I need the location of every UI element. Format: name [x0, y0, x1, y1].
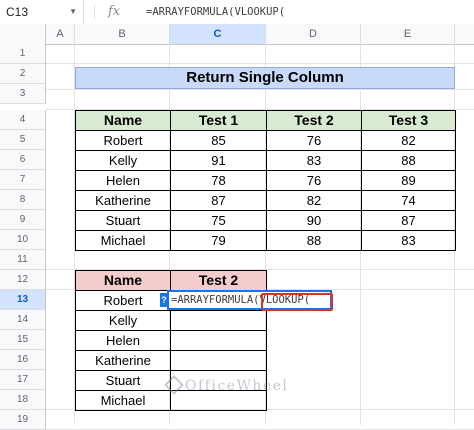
table-cell[interactable]: Robert: [75, 130, 171, 151]
header-test-2[interactable]: Test 2: [266, 110, 362, 131]
column-header-f[interactable]: [455, 24, 474, 44]
row-header[interactable]: 16: [0, 350, 46, 370]
table-cell[interactable]: 82: [266, 190, 362, 211]
table-cell[interactable]: Stuart: [75, 210, 171, 231]
chevron-down-icon[interactable]: ▼: [69, 0, 77, 24]
table-row: Katherine: [75, 350, 267, 371]
formula-bar: C13 ▼ fx =ARRAYFORMULA(VLOOKUP(: [0, 0, 474, 25]
header-test-2[interactable]: Test 2: [170, 270, 267, 291]
table-cell[interactable]: 75: [170, 210, 267, 231]
divider: [94, 5, 95, 19]
table-row: Helen: [75, 330, 267, 351]
scores-table: Name Test 1 Test 2 Test 3 Robert 85 76 8…: [75, 110, 456, 251]
row-header[interactable]: 7: [0, 170, 46, 190]
row-header[interactable]: 5: [0, 130, 46, 150]
table-row: Michael 79 88 83: [75, 230, 456, 251]
row-header[interactable]: 6: [0, 150, 46, 170]
column-header-c[interactable]: C: [170, 24, 266, 44]
row-header[interactable]: 13: [0, 290, 46, 310]
table-cell[interactable]: Robert: [75, 290, 171, 311]
table-cell[interactable]: 88: [361, 150, 456, 171]
name-box[interactable]: C13 ▼: [0, 0, 84, 24]
table-cell[interactable]: Helen: [75, 170, 171, 191]
table-cell[interactable]: 74: [361, 190, 456, 211]
table-cell[interactable]: Michael: [75, 230, 171, 251]
row-header[interactable]: 17: [0, 370, 46, 390]
table-cell[interactable]: 79: [170, 230, 267, 251]
table-cell[interactable]: 82: [361, 130, 456, 151]
row-header[interactable]: 4: [0, 110, 46, 130]
formula-input[interactable]: =ARRAYFORMULA(VLOOKUP(: [146, 0, 285, 24]
watermark-text: OfficeWheel: [185, 378, 289, 394]
column-headers: A B C D E: [0, 24, 474, 45]
row-header[interactable]: 3: [0, 84, 46, 104]
row-header[interactable]: 18: [0, 390, 46, 410]
table-cell[interactable]: 83: [266, 150, 362, 171]
header-name[interactable]: Name: [75, 110, 171, 131]
table-cell[interactable]: [170, 350, 267, 371]
table-row: Kelly: [75, 310, 267, 331]
table-cell[interactable]: Helen: [75, 330, 171, 351]
table-cell[interactable]: 87: [170, 190, 267, 211]
table-cell[interactable]: 76: [266, 130, 362, 151]
name-box-value: C13: [6, 5, 29, 19]
table-cell[interactable]: 87: [361, 210, 456, 231]
table-row: Katherine 87 82 74: [75, 190, 456, 211]
row-header[interactable]: 9: [0, 210, 46, 230]
row-header[interactable]: 2: [0, 64, 46, 84]
column-header-d[interactable]: D: [266, 24, 361, 44]
table-cell[interactable]: 76: [266, 170, 362, 191]
row-header[interactable]: 8: [0, 190, 46, 210]
table-cell[interactable]: 88: [266, 230, 362, 251]
row-header[interactable]: 15: [0, 330, 46, 350]
table-row: Helen 78 76 89: [75, 170, 456, 191]
row-header[interactable]: 1: [0, 44, 46, 64]
column-header-b[interactable]: B: [75, 24, 170, 44]
table-cell[interactable]: 90: [266, 210, 362, 231]
table-cell[interactable]: Kelly: [75, 150, 171, 171]
table-cell[interactable]: 91: [170, 150, 267, 171]
table-cell[interactable]: 83: [361, 230, 456, 251]
column-header-a[interactable]: A: [46, 24, 75, 44]
row-header[interactable]: 14: [0, 310, 46, 330]
header-test-1[interactable]: Test 1: [170, 110, 267, 131]
watermark: OfficeWheel: [164, 375, 289, 397]
table-cell[interactable]: Stuart: [75, 370, 171, 391]
table-row: Robert 85 76 82: [75, 130, 456, 151]
table-row: Stuart 75 90 87: [75, 210, 456, 231]
row-header[interactable]: 19: [0, 410, 46, 430]
row-header[interactable]: 10: [0, 230, 46, 250]
table-cell[interactable]: [170, 310, 267, 331]
table-cell[interactable]: 89: [361, 170, 456, 191]
row-header[interactable]: 12: [0, 270, 46, 290]
table-cell[interactable]: Katherine: [75, 190, 171, 211]
vlookup-highlight-box: [261, 293, 333, 311]
table-header-row: Name Test 2: [75, 270, 267, 291]
table-cell[interactable]: [170, 330, 267, 351]
header-test-3[interactable]: Test 3: [361, 110, 456, 131]
officewheel-logo-icon: [164, 375, 184, 395]
table-cell[interactable]: 85: [170, 130, 267, 151]
table-cell[interactable]: Kelly: [75, 310, 171, 331]
column-header-e[interactable]: E: [361, 24, 455, 44]
table-cell[interactable]: Katherine: [75, 350, 171, 371]
table-row: Kelly 91 83 88: [75, 150, 456, 171]
table-cell[interactable]: 78: [170, 170, 267, 191]
table-cell[interactable]: Michael: [75, 390, 171, 411]
table-header-row: Name Test 1 Test 2 Test 3: [75, 110, 456, 131]
sheet-title: Return Single Column: [75, 67, 455, 89]
row-header[interactable]: 11: [0, 250, 46, 270]
fx-icon: fx: [108, 4, 121, 19]
formula-help-icon[interactable]: ?: [160, 293, 168, 307]
header-name[interactable]: Name: [75, 270, 171, 291]
select-all-corner[interactable]: [0, 24, 46, 44]
